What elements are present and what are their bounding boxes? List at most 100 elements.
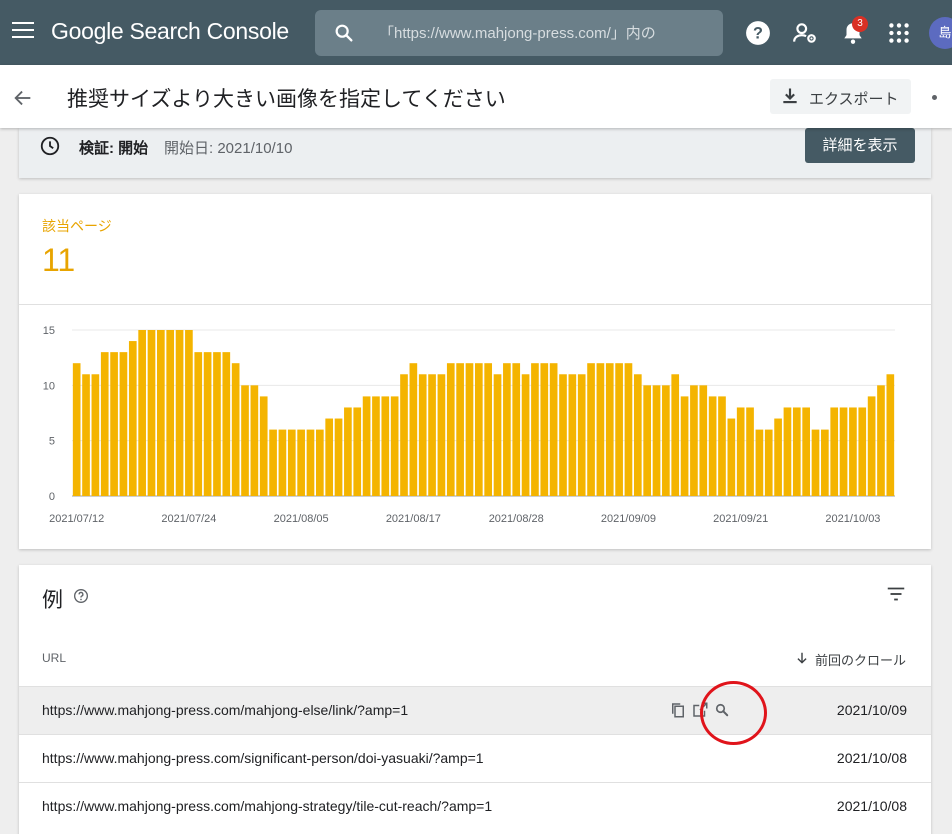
chart-bar[interactable] bbox=[736, 407, 745, 496]
export-button[interactable]: エクスポート bbox=[770, 79, 911, 114]
chart-bar[interactable] bbox=[531, 363, 539, 496]
chart-bar[interactable] bbox=[72, 363, 81, 496]
table-row[interactable]: https://www.mahjong-press.com/mahjong-st… bbox=[19, 782, 931, 830]
chart-bar[interactable] bbox=[334, 418, 343, 496]
see-details-button[interactable]: 詳細を表示 bbox=[805, 128, 915, 163]
search-box[interactable] bbox=[315, 10, 723, 56]
user-settings-icon[interactable] bbox=[792, 20, 818, 46]
chart-bar[interactable] bbox=[241, 385, 249, 496]
chart-bar[interactable] bbox=[858, 407, 867, 496]
chart-bar[interactable] bbox=[568, 374, 577, 496]
chart-bar[interactable] bbox=[727, 418, 736, 496]
chart-bar[interactable] bbox=[278, 429, 287, 496]
chart-bar[interactable] bbox=[577, 374, 586, 496]
chart-bar[interactable] bbox=[82, 374, 90, 496]
chart-bar[interactable] bbox=[877, 385, 885, 496]
back-arrow-icon[interactable] bbox=[12, 87, 34, 109]
chart-bar[interactable] bbox=[213, 352, 221, 496]
chart-bar[interactable] bbox=[147, 330, 156, 496]
chart-bar[interactable] bbox=[287, 429, 296, 496]
chart-bar[interactable] bbox=[680, 396, 689, 496]
chart-bar[interactable] bbox=[157, 330, 165, 496]
chart-bar[interactable] bbox=[596, 363, 605, 496]
menu-icon[interactable] bbox=[12, 22, 34, 42]
chart-bar[interactable] bbox=[540, 363, 549, 496]
chart-bar[interactable] bbox=[222, 352, 231, 496]
chart-bar[interactable] bbox=[830, 407, 839, 496]
chart-bar[interactable] bbox=[325, 418, 334, 496]
chart-bar[interactable] bbox=[194, 352, 203, 496]
chart-bar[interactable] bbox=[306, 429, 315, 496]
chart-bar[interactable] bbox=[166, 330, 175, 496]
copy-icon[interactable] bbox=[669, 701, 687, 719]
chart-bar[interactable] bbox=[643, 385, 651, 496]
chart-bar[interactable] bbox=[390, 396, 399, 496]
chart-bar[interactable] bbox=[699, 385, 708, 496]
chart-bar[interactable] bbox=[297, 429, 305, 496]
chart-bar[interactable] bbox=[521, 374, 530, 496]
chart-bar[interactable] bbox=[493, 374, 502, 496]
chart-bar[interactable] bbox=[783, 407, 792, 496]
chart-bar[interactable] bbox=[437, 374, 446, 496]
chart-bar[interactable] bbox=[175, 330, 184, 496]
apps-grid-icon[interactable] bbox=[886, 20, 912, 46]
chart-bar[interactable] bbox=[755, 429, 764, 496]
chart-bar[interactable] bbox=[381, 396, 390, 496]
chart-bar[interactable] bbox=[484, 363, 493, 496]
product-name[interactable]: Google Search Console bbox=[51, 18, 289, 45]
chart-bar[interactable] bbox=[110, 352, 118, 496]
chart-bar[interactable] bbox=[418, 374, 427, 496]
chart-bar[interactable] bbox=[764, 429, 773, 496]
chart-bar[interactable] bbox=[203, 352, 212, 496]
chart-bar[interactable] bbox=[690, 385, 698, 496]
chart-bar[interactable] bbox=[353, 407, 362, 496]
chart-bar[interactable] bbox=[91, 374, 100, 496]
chart-bar[interactable] bbox=[128, 341, 137, 496]
chart-bar[interactable] bbox=[615, 363, 623, 496]
chart-bar[interactable] bbox=[867, 396, 876, 496]
filter-icon[interactable] bbox=[885, 583, 907, 605]
chart-bar[interactable] bbox=[250, 385, 259, 496]
chart-bar[interactable] bbox=[269, 429, 277, 496]
chart-bar[interactable] bbox=[428, 374, 436, 496]
chart-bar[interactable] bbox=[362, 396, 371, 496]
chart-bar[interactable] bbox=[549, 363, 558, 496]
chart-bar[interactable] bbox=[662, 385, 670, 496]
chart-bar[interactable] bbox=[316, 429, 324, 496]
avatar[interactable]: 島 bbox=[929, 17, 952, 49]
chart-bar[interactable] bbox=[559, 374, 567, 496]
chart-bar[interactable] bbox=[446, 363, 455, 496]
help-outline-icon[interactable] bbox=[73, 588, 89, 604]
chart-bar[interactable] bbox=[792, 407, 801, 496]
chart-bar[interactable] bbox=[119, 352, 128, 496]
chart-bar[interactable] bbox=[185, 330, 193, 496]
chart-bar[interactable] bbox=[671, 374, 680, 496]
chart-bar[interactable] bbox=[652, 385, 661, 496]
chart-bar[interactable] bbox=[474, 363, 483, 496]
column-header-url[interactable]: URL bbox=[42, 651, 66, 665]
chart-bar[interactable] bbox=[100, 352, 109, 496]
table-row[interactable]: https://www.mahjong-press.com/mahjong-el… bbox=[19, 686, 931, 734]
chart-bar[interactable] bbox=[811, 429, 820, 496]
help-icon[interactable]: ? bbox=[745, 20, 771, 46]
chart-bar[interactable] bbox=[774, 418, 782, 496]
chart-bar[interactable] bbox=[400, 374, 408, 496]
chart-bar[interactable] bbox=[409, 363, 418, 496]
chart-bar[interactable] bbox=[605, 363, 614, 496]
chart-bar[interactable] bbox=[708, 396, 717, 496]
chart-bar[interactable] bbox=[802, 407, 810, 496]
search-input[interactable] bbox=[379, 18, 709, 48]
chart-bar[interactable] bbox=[372, 396, 380, 496]
table-row[interactable]: https://www.mahjong-press.com/significan… bbox=[19, 734, 931, 782]
chart-bar[interactable] bbox=[259, 396, 268, 496]
chart-bar[interactable] bbox=[456, 363, 464, 496]
chart-bar[interactable] bbox=[849, 407, 857, 496]
more-options-icon[interactable] bbox=[932, 95, 937, 100]
chart-bar[interactable] bbox=[624, 363, 633, 496]
chart-bar[interactable] bbox=[138, 330, 146, 496]
chart-bar[interactable] bbox=[886, 374, 895, 496]
chart-bar[interactable] bbox=[231, 363, 240, 496]
chart-bar[interactable] bbox=[503, 363, 511, 496]
chart-bar[interactable] bbox=[465, 363, 474, 496]
chart-bar[interactable] bbox=[839, 407, 848, 496]
